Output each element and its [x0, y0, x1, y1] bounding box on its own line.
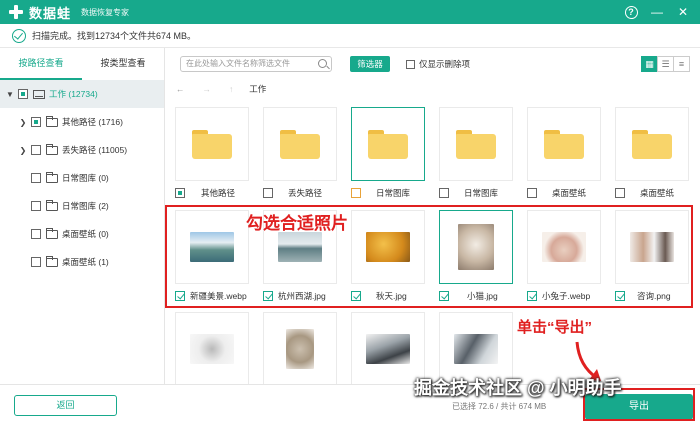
- detail-view-icon[interactable]: ≡: [673, 56, 690, 72]
- folder-icon: [46, 115, 58, 127]
- file-toolbar: 在此处输入文件名称筛选文件 筛选器 仅显示删除项 ▦ ☰ ≡: [166, 48, 700, 80]
- breadcrumb: ← → ↑ 工作: [166, 80, 700, 98]
- folder-icon: [46, 255, 58, 267]
- tree-item-wallpaper-0[interactable]: 桌面壁纸 (0): [0, 220, 164, 248]
- view-switcher: ▦ ☰ ≡: [641, 56, 690, 72]
- drive-icon: [33, 89, 45, 99]
- tree-item-gallery-0[interactable]: 日常图库 (0): [0, 164, 164, 192]
- back-arrow-icon[interactable]: ←: [176, 84, 185, 94]
- search-placeholder: 在此处输入文件名称筛选文件: [186, 59, 290, 68]
- app-subtitle: 数据恢复专家: [81, 7, 130, 17]
- laptop-thumbnail: [366, 334, 410, 364]
- close-button[interactable]: ✕: [674, 3, 692, 21]
- breadcrumb-path: 工作: [249, 84, 267, 94]
- photo-tile[interactable]: [263, 312, 337, 384]
- search-input[interactable]: 在此处输入文件名称筛选文件: [180, 56, 332, 72]
- list-view-icon[interactable]: ☰: [657, 56, 674, 72]
- tree-item-label: 日常图库 (2): [62, 201, 109, 211]
- help-button[interactable]: ?: [622, 3, 640, 21]
- caret-down-icon[interactable]: ▼: [5, 90, 15, 99]
- folder-caption: 日常图库: [351, 186, 410, 200]
- select-hint: 勾选合适照片: [246, 214, 348, 233]
- only-deleted-toggle[interactable]: 仅显示删除项: [406, 58, 470, 70]
- tree-item-wallpaper-1[interactable]: 桌面壁纸 (1): [0, 248, 164, 276]
- tree-item-label: 工作 (12734): [49, 89, 98, 99]
- stone-thumbnail: [286, 329, 314, 369]
- keychain-thumbnail: [190, 334, 234, 364]
- check-circle-icon: [12, 28, 26, 43]
- checkbox[interactable]: [439, 188, 449, 198]
- checkbox[interactable]: [31, 229, 41, 239]
- tree-item-label: 桌面壁纸 (1): [62, 257, 109, 267]
- tree-item-label: 日常图库 (0): [62, 173, 109, 183]
- only-deleted-label: 仅显示删除项: [419, 59, 471, 69]
- folder-icon: [46, 171, 58, 183]
- tab-by-type[interactable]: 按类型查看: [82, 48, 164, 80]
- folder-icon: [368, 129, 408, 159]
- caret-right-icon[interactable]: ❯: [18, 118, 28, 127]
- scan-status-text: 扫描完成。找到12734个文件共674 MB。: [32, 31, 197, 41]
- checkbox[interactable]: [31, 117, 41, 127]
- folder-tile[interactable]: [439, 107, 513, 181]
- folder-icon: [46, 143, 58, 155]
- up-arrow-icon[interactable]: ↑: [229, 84, 233, 94]
- grid-view-icon[interactable]: ▦: [641, 56, 658, 72]
- export-hint: 单击“导出”: [517, 319, 593, 336]
- folder-tile[interactable]: [615, 107, 689, 181]
- checkbox[interactable]: [31, 201, 41, 211]
- back-button[interactable]: 返回: [14, 395, 117, 416]
- office-thumbnail: [454, 334, 498, 364]
- selection-totals: 已选择 72.6 / 共计 674 MB: [452, 402, 547, 411]
- folder-caption: 桌面壁纸: [615, 186, 674, 200]
- scan-status-bar: 扫描完成。找到12734个文件共674 MB。: [0, 24, 700, 48]
- caret-right-icon[interactable]: ❯: [18, 146, 28, 155]
- folder-tile[interactable]: [527, 107, 601, 181]
- checkbox[interactable]: [406, 59, 415, 69]
- folder-tile[interactable]: [175, 107, 249, 181]
- search-icon[interactable]: [318, 59, 327, 68]
- filter-button[interactable]: 筛选器: [350, 56, 390, 72]
- forward-arrow-icon[interactable]: →: [203, 84, 212, 94]
- title-bar: 数据蛙 数据恢复专家 ? — ✕: [0, 0, 700, 24]
- tree-item-lost-path[interactable]: ❯ 丢失路径 (11005): [0, 136, 164, 164]
- checkbox[interactable]: [31, 173, 41, 183]
- folder-caption: 丢失路径: [263, 186, 322, 200]
- tree-item-label: 桌面壁纸 (0): [62, 229, 109, 239]
- tree-item-work[interactable]: ▼ 工作 (12734): [0, 80, 164, 108]
- help-icon: ?: [624, 5, 638, 19]
- sidebar: 按路径查看 按类型查看 ▼ 工作 (12734) ❯ 其他路径 (1716) ❯…: [0, 48, 165, 384]
- folder-icon: [632, 129, 672, 159]
- folder-icon: [280, 129, 320, 159]
- tree-item-label: 其他路径 (1716): [62, 117, 123, 127]
- watermark: 掘金技术社区 @ 小明助手: [414, 378, 622, 398]
- checkbox[interactable]: [351, 188, 361, 198]
- checkbox[interactable]: [263, 188, 273, 198]
- minimize-button[interactable]: —: [648, 3, 666, 21]
- checkbox[interactable]: [527, 188, 537, 198]
- app-name: 数据蛙: [29, 5, 72, 21]
- checkbox[interactable]: [175, 188, 185, 198]
- folder-caption: 其他路径: [175, 186, 235, 200]
- folder-icon: [46, 227, 58, 239]
- checkbox[interactable]: [31, 145, 41, 155]
- tab-by-path[interactable]: 按路径查看: [0, 48, 82, 80]
- checkbox[interactable]: [615, 188, 625, 198]
- folder-caption: 桌面壁纸: [527, 186, 586, 200]
- tree-item-label: 丢失路径 (11005): [62, 145, 128, 155]
- folder-caption: 日常图库: [439, 186, 498, 200]
- folder-icon: [46, 199, 58, 211]
- checkbox[interactable]: [31, 257, 41, 267]
- cross-logo-icon: [8, 4, 24, 20]
- folder-icon: [192, 129, 232, 159]
- photo-tile[interactable]: [175, 312, 249, 384]
- folder-icon: [544, 129, 584, 159]
- checkbox[interactable]: [18, 89, 28, 99]
- folder-tile[interactable]: [263, 107, 337, 181]
- folder-tile[interactable]: [351, 107, 425, 181]
- folder-icon: [456, 129, 496, 159]
- app-logo: 数据蛙 数据恢复专家: [8, 3, 129, 22]
- tree-item-other-path[interactable]: ❯ 其他路径 (1716): [0, 108, 164, 136]
- tree-item-gallery-2[interactable]: 日常图库 (2): [0, 192, 164, 220]
- selection-highlight: [165, 205, 693, 308]
